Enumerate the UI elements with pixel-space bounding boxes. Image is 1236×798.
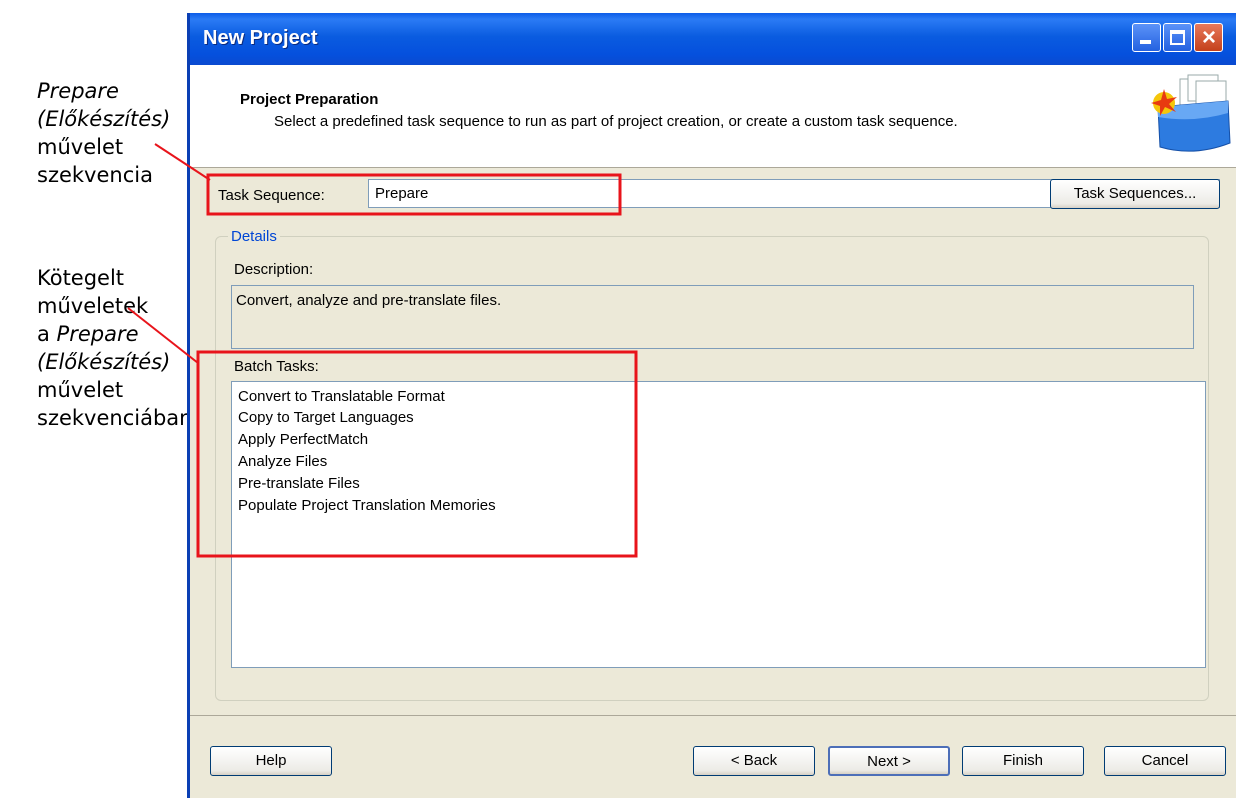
minimize-icon [1140, 40, 1151, 44]
list-item[interactable]: Convert to Translatable Format [238, 387, 445, 407]
title-bar[interactable]: New Project × [190, 13, 1236, 65]
callout-task-sequence: Prepare (Előkészítés) művelet szekvencia [37, 77, 170, 189]
callout-text: a [37, 322, 57, 346]
callout-text: művelet [37, 135, 124, 159]
maximize-button[interactable] [1163, 23, 1192, 52]
list-item[interactable]: Populate Project Translation Memories [238, 496, 496, 516]
task-sequences-button[interactable]: Task Sequences... [1050, 179, 1220, 209]
list-item[interactable]: Copy to Target Languages [238, 408, 414, 428]
callout-text: szekvenciában [37, 406, 193, 430]
callout-text: Prepare [56, 322, 139, 346]
task-sequence-value: Prepare [375, 185, 429, 202]
help-button[interactable]: Help [210, 746, 332, 776]
callout-text: (Előkészítés) [37, 350, 171, 374]
callout-text: szekvencia [37, 163, 153, 187]
finish-button[interactable]: Finish [962, 746, 1084, 776]
next-button[interactable]: Next > [828, 746, 950, 776]
minimize-button[interactable] [1132, 23, 1161, 52]
task-sequence-label: Task Sequence: [218, 187, 325, 204]
description-label: Description: [234, 261, 314, 278]
close-button[interactable]: × [1194, 23, 1223, 52]
description-text: Convert, analyze and pre-translate files… [236, 292, 502, 309]
back-button[interactable]: < Back [693, 746, 815, 776]
page-title: Project Preparation [240, 91, 379, 108]
list-item[interactable]: Analyze Files [238, 452, 327, 472]
details-legend: Details [228, 228, 280, 245]
list-item[interactable]: Apply PerfectMatch [238, 430, 368, 450]
project-folder-icon [1151, 74, 1231, 152]
cancel-button[interactable]: Cancel [1104, 746, 1226, 776]
callout-text: Prepare [37, 79, 119, 103]
list-item[interactable]: Pre-translate Files [238, 474, 360, 494]
callout-batch-tasks: Kötegelt műveletek a Prepare (Előkészíté… [37, 264, 192, 432]
close-icon: × [1201, 24, 1216, 51]
batch-tasks-label: Batch Tasks: [234, 358, 319, 375]
new-project-window: New Project × Project Preparation Select… [187, 13, 1236, 798]
page-subtitle: Select a predefined task sequence to run… [274, 113, 958, 130]
description-field[interactable]: Convert, analyze and pre-translate files… [231, 285, 1194, 349]
maximize-icon [1170, 30, 1185, 45]
window-title: New Project [203, 27, 318, 49]
callout-text: művelet [37, 378, 124, 402]
wizard-header: Project Preparation Select a predefined … [190, 65, 1236, 168]
callout-text: műveletek [37, 294, 149, 318]
footer-divider [190, 715, 1236, 716]
batch-tasks-list[interactable]: Convert to Translatable Format Copy to T… [231, 381, 1206, 668]
callout-text: Kötegelt [37, 266, 125, 290]
callout-text: (Előkészítés) [37, 107, 171, 131]
